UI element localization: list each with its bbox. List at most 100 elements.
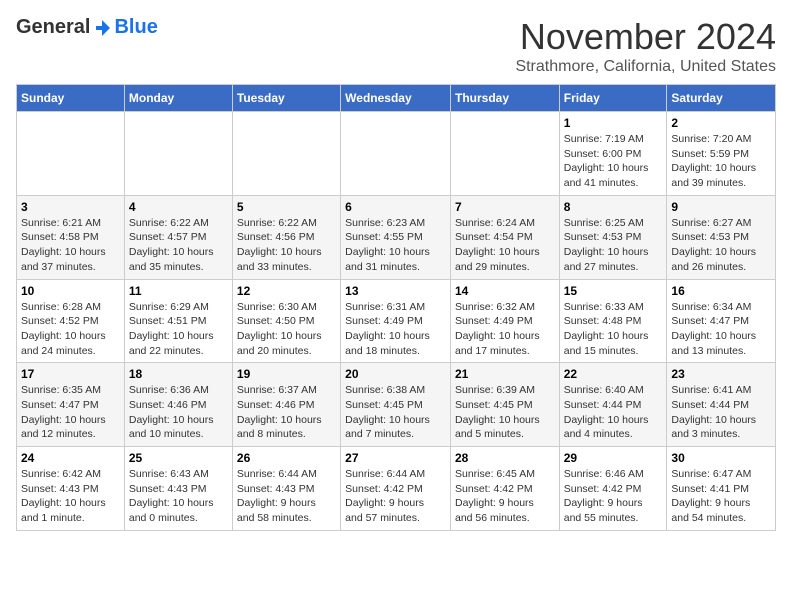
day-number: 3 (21, 200, 120, 214)
day-number: 17 (21, 367, 120, 381)
calendar-cell (232, 112, 340, 196)
day-number: 20 (345, 367, 446, 381)
day-number: 11 (129, 284, 228, 298)
day-info: Sunrise: 6:23 AM Sunset: 4:55 PM Dayligh… (345, 216, 446, 275)
day-number: 10 (21, 284, 120, 298)
day-number: 26 (237, 451, 336, 465)
weekday-header-tuesday: Tuesday (232, 85, 340, 112)
day-info: Sunrise: 6:46 AM Sunset: 4:42 PM Dayligh… (564, 467, 663, 526)
day-info: Sunrise: 6:28 AM Sunset: 4:52 PM Dayligh… (21, 300, 120, 359)
day-number: 5 (237, 200, 336, 214)
day-info: Sunrise: 6:47 AM Sunset: 4:41 PM Dayligh… (671, 467, 771, 526)
weekday-header-friday: Friday (559, 85, 667, 112)
day-info: Sunrise: 7:20 AM Sunset: 5:59 PM Dayligh… (671, 132, 771, 191)
calendar-cell: 26Sunrise: 6:44 AM Sunset: 4:43 PM Dayli… (232, 447, 340, 531)
day-number: 30 (671, 451, 771, 465)
day-info: Sunrise: 6:37 AM Sunset: 4:46 PM Dayligh… (237, 383, 336, 442)
day-info: Sunrise: 6:35 AM Sunset: 4:47 PM Dayligh… (21, 383, 120, 442)
weekday-header-saturday: Saturday (667, 85, 776, 112)
logo-icon (92, 18, 112, 38)
day-info: Sunrise: 6:32 AM Sunset: 4:49 PM Dayligh… (455, 300, 555, 359)
day-number: 25 (129, 451, 228, 465)
weekday-header-wednesday: Wednesday (341, 85, 451, 112)
day-info: Sunrise: 6:39 AM Sunset: 4:45 PM Dayligh… (455, 383, 555, 442)
calendar-cell: 9 Sunrise: 6:27 AM Sunset: 4:53 PM Daylig… (667, 195, 776, 279)
calendar-table: SundayMondayTuesdayWednesdayThursdayFrid… (16, 84, 776, 531)
day-number: 19 (237, 367, 336, 381)
day-number: 24 (21, 451, 120, 465)
day-info: Sunrise: 6:41 AM Sunset: 4:44 PM Dayligh… (671, 383, 771, 442)
day-number: 18 (129, 367, 228, 381)
day-info: Sunrise: 6:24 AM Sunset: 4:54 PM Dayligh… (455, 216, 555, 275)
calendar-cell: 14 Sunrise: 6:32 AM Sunset: 4:49 PM Dayli… (450, 279, 559, 363)
calendar-cell: 21 Sunrise: 6:39 AM Sunset: 4:45 PM Dayli… (450, 363, 559, 447)
day-number: 22 (564, 367, 663, 381)
day-number: 1 (564, 116, 663, 130)
day-number: 28 (455, 451, 555, 465)
title-block: November 2024 Strathmore, California, Un… (515, 16, 776, 76)
day-number: 27 (345, 451, 446, 465)
calendar-week-row: 3 Sunrise: 6:21 AM Sunset: 4:58 PM Daylig… (17, 195, 776, 279)
calendar-cell: 3 Sunrise: 6:21 AM Sunset: 4:58 PM Daylig… (17, 195, 125, 279)
calendar-cell: 6 Sunrise: 6:23 AM Sunset: 4:55 PM Daylig… (341, 195, 451, 279)
weekday-header-thursday: Thursday (450, 85, 559, 112)
calendar-cell: 30 Sunrise: 6:47 AM Sunset: 4:41 PM Dayli… (667, 447, 776, 531)
calendar-cell: 13Sunrise: 6:31 AM Sunset: 4:49 PM Dayli… (341, 279, 451, 363)
calendar-cell: 18Sunrise: 6:36 AM Sunset: 4:46 PM Dayli… (124, 363, 232, 447)
day-info: Sunrise: 6:34 AM Sunset: 4:47 PM Dayligh… (671, 300, 771, 359)
day-info: Sunrise: 6:33 AM Sunset: 4:48 PM Dayligh… (564, 300, 663, 359)
calendar-cell: 28 Sunrise: 6:45 AM Sunset: 4:42 PM Dayli… (450, 447, 559, 531)
day-info: Sunrise: 6:44 AM Sunset: 4:42 PM Dayligh… (345, 467, 446, 526)
day-info: Sunrise: 6:29 AM Sunset: 4:51 PM Dayligh… (129, 300, 228, 359)
calendar-cell: 27 Sunrise: 6:44 AM Sunset: 4:42 PM Dayli… (341, 447, 451, 531)
day-info: Sunrise: 6:42 AM Sunset: 4:43 PM Dayligh… (21, 467, 120, 526)
calendar-week-row: 1 Sunrise: 7:19 AM Sunset: 6:00 PM Daylig… (17, 112, 776, 196)
day-number: 8 (564, 200, 663, 214)
logo-blue-text: Blue (114, 16, 157, 39)
calendar-cell (341, 112, 451, 196)
calendar-week-row: 24 Sunrise: 6:42 AM Sunset: 4:43 PM Dayli… (17, 447, 776, 531)
calendar-cell: 5 Sunrise: 6:22 AM Sunset: 4:56 PM Daylig… (232, 195, 340, 279)
calendar-week-row: 10 Sunrise: 6:28 AM Sunset: 4:52 PM Dayli… (17, 279, 776, 363)
day-info: Sunrise: 6:22 AM Sunset: 4:56 PM Dayligh… (237, 216, 336, 275)
calendar-cell: 10 Sunrise: 6:28 AM Sunset: 4:52 PM Dayli… (17, 279, 125, 363)
calendar-cell: 12 Sunrise: 6:30 AM Sunset: 4:50 PM Dayli… (232, 279, 340, 363)
day-number: 16 (671, 284, 771, 298)
day-info: Sunrise: 6:45 AM Sunset: 4:42 PM Dayligh… (455, 467, 555, 526)
calendar-cell (450, 112, 559, 196)
day-info: Sunrise: 6:30 AM Sunset: 4:50 PM Dayligh… (237, 300, 336, 359)
calendar-cell: 29 Sunrise: 6:46 AM Sunset: 4:42 PM Dayli… (559, 447, 667, 531)
calendar-cell: 15 Sunrise: 6:33 AM Sunset: 4:48 PM Dayli… (559, 279, 667, 363)
calendar-cell: 11 Sunrise: 6:29 AM Sunset: 4:51 PM Dayli… (124, 279, 232, 363)
location-subtitle: Strathmore, California, United States (515, 58, 776, 76)
calendar-cell: 4Sunrise: 6:22 AM Sunset: 4:57 PM Daylig… (124, 195, 232, 279)
weekday-header-row: SundayMondayTuesdayWednesdayThursdayFrid… (17, 85, 776, 112)
day-info: Sunrise: 6:43 AM Sunset: 4:43 PM Dayligh… (129, 467, 228, 526)
calendar-cell: 23 Sunrise: 6:41 AM Sunset: 4:44 PM Dayli… (667, 363, 776, 447)
calendar-cell (17, 112, 125, 196)
day-number: 12 (237, 284, 336, 298)
day-number: 7 (455, 200, 555, 214)
day-number: 9 (671, 200, 771, 214)
day-number: 4 (129, 200, 228, 214)
day-number: 2 (671, 116, 771, 130)
logo-general-text: General (16, 16, 90, 39)
day-number: 29 (564, 451, 663, 465)
day-info: Sunrise: 6:38 AM Sunset: 4:45 PM Dayligh… (345, 383, 446, 442)
day-number: 15 (564, 284, 663, 298)
day-info: Sunrise: 6:25 AM Sunset: 4:53 PM Dayligh… (564, 216, 663, 275)
month-title: November 2024 (515, 16, 776, 58)
calendar-cell: 1 Sunrise: 7:19 AM Sunset: 6:00 PM Daylig… (559, 112, 667, 196)
day-info: Sunrise: 6:27 AM Sunset: 4:53 PM Dayligh… (671, 216, 771, 275)
calendar-cell: 25 Sunrise: 6:43 AM Sunset: 4:43 PM Dayli… (124, 447, 232, 531)
day-number: 14 (455, 284, 555, 298)
day-number: 21 (455, 367, 555, 381)
day-info: Sunrise: 6:21 AM Sunset: 4:58 PM Dayligh… (21, 216, 120, 275)
logo: General Blue (16, 16, 158, 39)
day-number: 6 (345, 200, 446, 214)
calendar-cell (124, 112, 232, 196)
calendar-week-row: 17 Sunrise: 6:35 AM Sunset: 4:47 PM Dayli… (17, 363, 776, 447)
day-number: 23 (671, 367, 771, 381)
day-info: Sunrise: 7:19 AM Sunset: 6:00 PM Dayligh… (564, 132, 663, 191)
day-info: Sunrise: 6:31 AM Sunset: 4:49 PM Dayligh… (345, 300, 446, 359)
